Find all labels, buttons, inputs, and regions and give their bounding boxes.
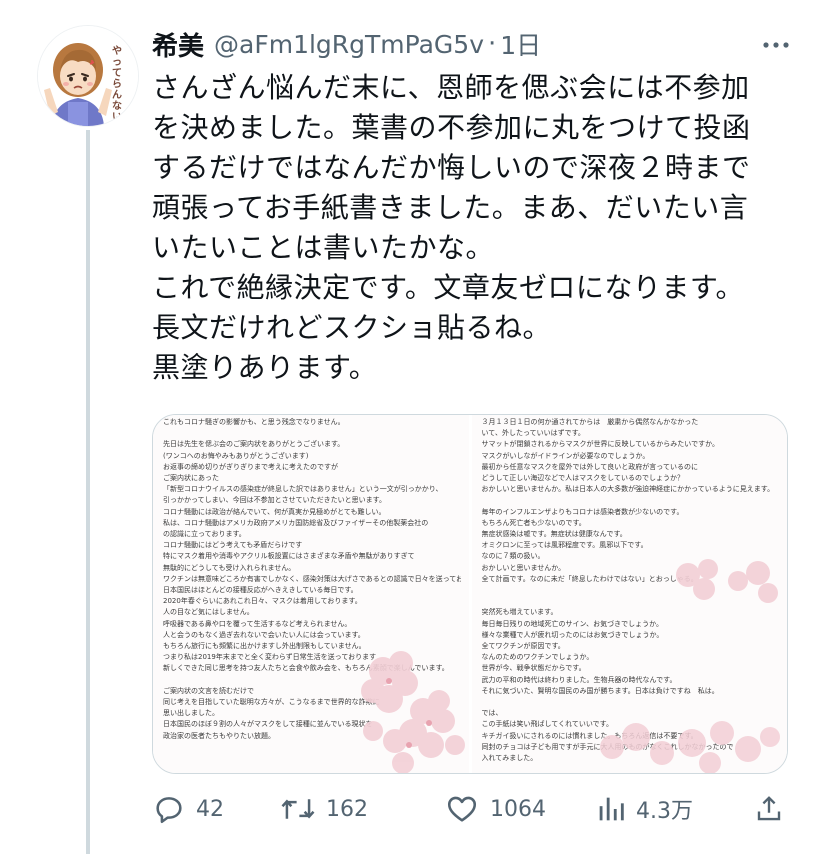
like-count: 1064 [490, 796, 546, 822]
display-name[interactable]: 希美 [152, 26, 204, 63]
letter-line: 無症状感染は嘘です。無症状は健康なんです。 [481, 530, 627, 539]
letter-line: それに気づいた、賢明な国民のみ国が勝ちます。日本は負けですね 私は。 [481, 686, 719, 695]
share-button[interactable] [754, 788, 784, 830]
letter-line: おかしいと思いませんか。 [481, 563, 566, 572]
letter-line: おかしいと思いませんか。私は日本人の大多数が強迫神経症にかかっているように見えま… [481, 485, 775, 494]
letter-line: 突然死も増えています。 [481, 608, 558, 617]
letter-line: これもコロナ騒ぎの影響かも、と思う残念でなりません。 [163, 418, 345, 426]
letter-line: ワクチンは無意味どころか有害でしかなく、感染対策は大げさであるとの認識で日々を送… [163, 574, 461, 583]
tweet-text-line: するだけではなんだか悔しいので深夜２時まで [152, 151, 751, 184]
letter-line: サマットが閉鎖されるからマスクが世界に反映しているからみたいですか。 [481, 440, 719, 449]
letter-line: 同封のチョコは子ども用ですが手元に大人用のものがなくこれしかなかったので [481, 742, 734, 751]
letter-line: キチガイ扱いにされるのには慣れました。もちろん返信は不要です。 [481, 731, 698, 740]
letter-line: 様々な業種で人が疲れ切ったのにはお気づきでしょうか。 [481, 630, 664, 639]
letter-line: 武力の平和の時代は終わりました。生物兵器の時代なんです。 [481, 675, 677, 684]
letter-line: (ワンコへのお悔やみもありがとうございます) [163, 451, 309, 460]
views-button[interactable]: 4.3万 [596, 788, 693, 830]
tweet-text-line: いたいことは書いたかな。 [152, 231, 495, 264]
avatar-caption: やってらんないわ [112, 46, 122, 126]
media-attachment[interactable]: これもコロナ騒ぎの影響かも、と思う残念でなりません。 先日は先生を偲ぶ会のご案内状… [152, 414, 788, 774]
header-separator: · [488, 29, 497, 59]
views-count: 4.3万 [636, 799, 693, 824]
tweet-text-line: を決めました。葉書の不参加に丸をつけて投函 [152, 111, 751, 144]
thread-line [86, 130, 90, 854]
letter-line: もちろん死亡者も少ないのです。 [481, 518, 586, 527]
letter-line: 新しくできた同じ思考を持つ友人たちと会食や飲み会を、もちろん素顔で楽しんでいます… [163, 664, 449, 673]
retweet-count: 162 [326, 796, 368, 822]
letter-line: 私は、コロナ騒動はアメリカ政府アメリカ国防総省及びファイザーその他製薬会社の [163, 518, 429, 527]
letter-line: では、 [481, 709, 503, 718]
letter-line: 日本国民のほぼ９割の人々がマスクをして接種に並んでいる現状を [163, 720, 373, 729]
letter-text-right: ３月１３日１日の何か通されてからは 厳粛から偶然なんかなかった いて、外したってい… [482, 417, 780, 764]
letter-line: 引っかかってしまい、今回は不参加とさせていただきたいと思います。 [163, 496, 386, 505]
letter-line: なのに７類の扱い。 [481, 552, 545, 561]
letter-line: どうして正しい海辺などで人はマスクをしているのでしょうか？ [481, 474, 684, 483]
letter-line: 世界が今、戦争状態だからです。 [481, 664, 586, 673]
letter-line: 「新型コロナウイルスの感染症が終息した訳ではありません」という一文が引っかかり、 [163, 485, 443, 494]
media-image-left[interactable]: これもコロナ騒ぎの影響かも、と思う残念でなりません。 先日は先生を偲ぶ会のご案内状… [153, 415, 469, 773]
letter-line: ３月１３日１日の何か通されてからは 厳粛から偶然なんかなかった [481, 418, 699, 426]
retweet-icon [281, 799, 315, 819]
letter-line: 2020年春ぐらいにあれこれ日々、マスクは着用しております。 [163, 597, 362, 606]
letter-line: 全てワクチンが原因です。 [481, 642, 565, 651]
letter-line: この手紙は笑い飛ばしてくれていいです。 [481, 720, 613, 729]
timestamp[interactable]: 1日 [500, 26, 541, 62]
letter-line: つまり私は2019年末までと全く変わらず日常生活を送っております [163, 653, 377, 662]
letter-line: コロナ騒動には政治が絡んでいて、何が真実か見極めがとても難しい。 [163, 507, 386, 516]
letter-line: ご案内状にあった [163, 474, 219, 482]
media-image-right[interactable]: ３月１３日１日の何か通されてからは 厳粛から偶然なんかなかった いて、外したってい… [468, 415, 787, 773]
tweet-text-line: これで絶縁決定です。文章友ゼロになります。 [152, 271, 745, 304]
letter-line [482, 585, 780, 596]
retweet-button[interactable]: 162 [280, 788, 368, 830]
reply-button[interactable]: 42 [152, 788, 224, 830]
letter-line: 人の目など気にはしません。 [163, 608, 254, 617]
letter-line: 人と会うのもなく過ぎ去れないで会いたい人には会っています。 [163, 630, 365, 639]
views-icon [599, 797, 624, 821]
letter-line [482, 495, 780, 506]
tweet-text-line: 黒塗りあります。 [152, 351, 378, 384]
letter-line: 政治家の医者たちもやりたい放題。 [163, 731, 275, 740]
letter-line: 毎年のインフルエンザよりもコロナは感染者数が少ないのです。 [481, 507, 684, 516]
letter-line: 無駄的にどうしても受け入れられません。 [163, 563, 296, 572]
letter-line: 日本国民はほとんどの接種反応がへきえきしている毎日です。 [163, 586, 358, 595]
tweet-text: さんざん悩んだ末に、恩師を偲ぶ会には不参加 を決めました。葉書の不参加に丸をつけ… [152, 68, 812, 388]
letter-line: 先日は先生を偲ぶ会のご案内状をありがとうございます。 [163, 440, 345, 449]
letter-line: ご案内状の文言を読むだけで [163, 686, 254, 695]
letter-line: 最初から任意なマスクを屋外では外して良いと政府が言っているのに [481, 462, 698, 471]
letter-line: 毎日毎日残りの地域死亡のサイン、お気づきでしょうか。 [481, 619, 663, 628]
letter-line: もちろん旅行にも頻繁に出かけますし外出制限もしていません。 [163, 642, 366, 651]
heart-icon [447, 796, 477, 822]
reply-icon [156, 797, 182, 824]
share-icon [757, 796, 781, 821]
letter-line: 同じ考えを目指していた聡明な方々が、こうなるまで世界的な詐欺に [163, 698, 380, 707]
tweet-text-line: 頑張ってお手紙書きました。まあ、だいたい言 [152, 191, 749, 224]
tweet-text-line: 長文だけれどスクショ貼るね。 [152, 311, 552, 344]
letter-line: 呼吸器である鼻や口を覆って生活するなど考えられません。 [163, 619, 352, 628]
more-options-icon[interactable] [756, 30, 796, 60]
letter-line: いて、外したっていいはずです。 [481, 429, 585, 438]
tweet-text-line: さんざん悩んだ末に、恩師を偲ぶ会には不参加 [152, 71, 750, 104]
letter-line: 特にマスク着用や消毒やアクリル板設置にはさまざまな矛盾や無駄がありすぎて [163, 552, 415, 561]
letter-line: コロナ騒動にはどう考えても矛盾だらけです [163, 541, 303, 550]
tweet-actions: 42 162 1064 4.3万 [152, 788, 792, 830]
like-button[interactable]: 1064 [444, 788, 546, 830]
user-handle[interactable]: @aFm1lgRgTmPaG5v [214, 30, 484, 59]
letter-line: 入れてみました。 [481, 754, 538, 763]
letter-line [482, 596, 780, 607]
letter-text-left: これもコロナ騒ぎの影響かも、と思う残念でなりません。 先日は先生を偲ぶ会のご案内状… [163, 417, 461, 742]
tweet-header: 希美 @aFm1lgRgTmPaG5v · 1日 [152, 24, 541, 64]
letter-line: 思い出しました。 [163, 709, 219, 718]
letter-line [163, 428, 461, 439]
letter-line [482, 697, 780, 708]
letter-line: お返事の締め切りがぎりぎりまで考えに考えたのですが [163, 462, 338, 471]
letter-line [163, 675, 461, 686]
reply-count: 42 [196, 796, 224, 822]
letter-line: オミクロンに至っては風邪程度です。風邪以下です。 [481, 541, 648, 550]
letter-line: の認識に立っております。 [163, 530, 246, 539]
letter-line: なんのためのワクチンでしょうか。 [481, 653, 594, 662]
letter-line: 全て計画です。なのに未だ「終息したわけではない」とおっしゃる。 [481, 574, 698, 583]
avatar[interactable]: やってらんないわ [37, 25, 139, 127]
letter-line: マスクがいしながイドラインが必要なのでしょうか。 [481, 451, 650, 460]
